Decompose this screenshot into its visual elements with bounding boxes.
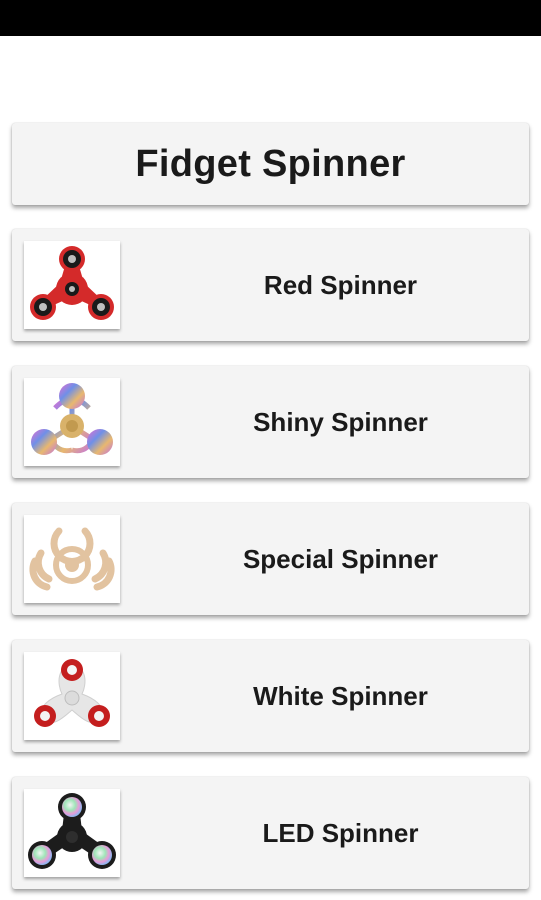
shiny-spinner-thumbnail — [24, 378, 120, 466]
page-title: Fidget Spinner — [135, 142, 406, 185]
red-spinner-thumbnail — [24, 241, 120, 329]
list-item-white-spinner[interactable]: White Spinner — [12, 640, 529, 752]
item-label: Red Spinner — [263, 269, 418, 300]
title-card: Fidget Spinner — [12, 123, 529, 205]
white-spinner-thumbnail — [24, 652, 120, 740]
status-bar — [0, 0, 541, 36]
shiny-spinner-icon — [31, 383, 113, 455]
special-spinner-icon — [29, 527, 115, 591]
led-spinner-thumbnail — [24, 789, 120, 877]
led-spinner-icon — [28, 793, 116, 869]
list-item-special-spinner[interactable]: Special Spinner — [12, 503, 529, 615]
white-spinner-icon — [34, 659, 110, 727]
list-item-red-spinner[interactable]: Red Spinner — [12, 229, 529, 341]
item-label: LED Spinner — [262, 817, 419, 848]
item-label: Shiny Spinner — [253, 406, 428, 437]
list-item-shiny-spinner[interactable]: Shiny Spinner — [12, 366, 529, 478]
list-item-led-spinner[interactable]: LED Spinner — [12, 777, 529, 889]
special-spinner-thumbnail — [24, 515, 120, 603]
red-spinner-icon — [30, 246, 114, 320]
item-label: Special Spinner — [242, 543, 439, 574]
item-label: White Spinner — [253, 680, 428, 711]
